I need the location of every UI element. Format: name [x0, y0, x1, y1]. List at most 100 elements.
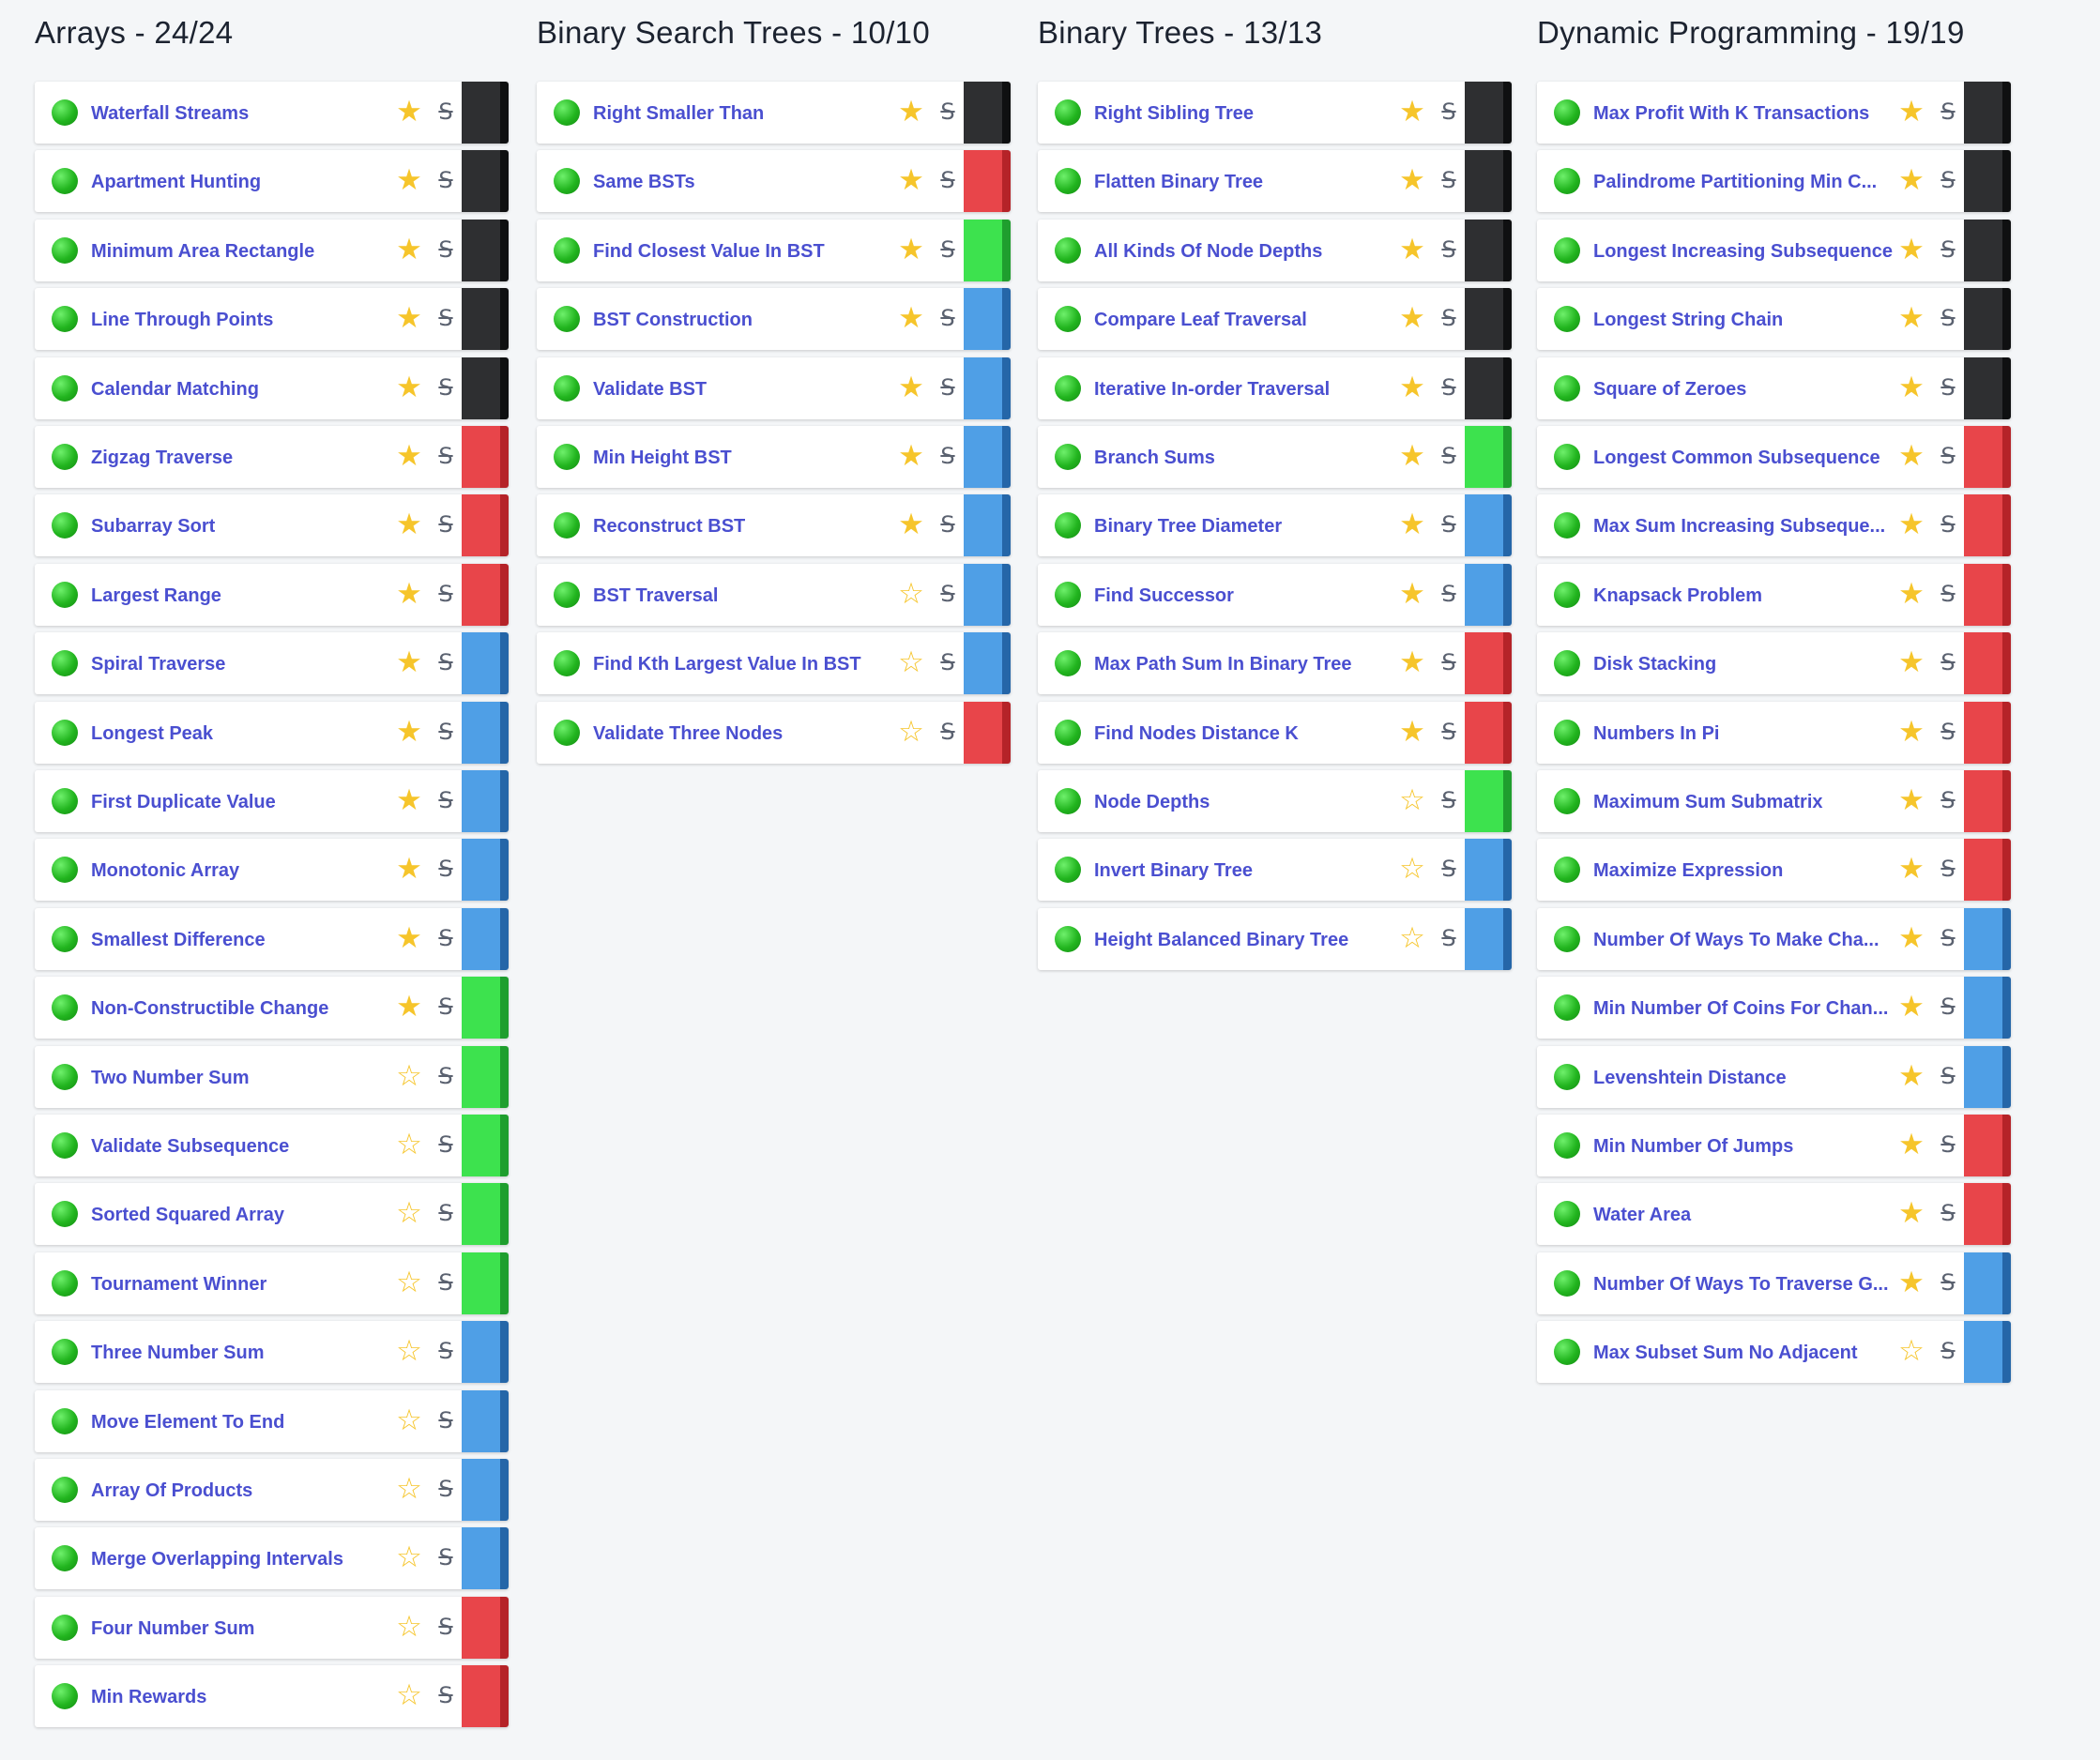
strikethrough-icon[interactable]: S: [432, 441, 460, 471]
question-link[interactable]: Three Number Sum: [91, 1340, 396, 1366]
strikethrough-icon[interactable]: S: [1435, 441, 1463, 471]
star-filled-icon[interactable]: ★: [1396, 508, 1428, 540]
question-link[interactable]: Min Rewards: [91, 1684, 396, 1710]
question-link[interactable]: Square of Zeroes: [1593, 376, 1898, 402]
strikethrough-icon[interactable]: S: [1435, 509, 1463, 539]
question-row[interactable]: Longest Peak ★ S: [35, 702, 509, 764]
star-filled-icon[interactable]: ★: [1895, 440, 1927, 472]
question-row[interactable]: Max Path Sum In Binary Tree ★ S: [1038, 632, 1512, 694]
question-link[interactable]: Longest Peak: [91, 721, 396, 747]
star-filled-icon[interactable]: ★: [393, 164, 425, 196]
strikethrough-icon[interactable]: S: [432, 992, 460, 1022]
star-filled-icon[interactable]: ★: [1895, 1267, 1927, 1298]
strikethrough-icon[interactable]: S: [432, 372, 460, 402]
star-filled-icon[interactable]: ★: [1895, 784, 1927, 816]
question-link[interactable]: Right Smaller Than: [593, 100, 898, 127]
question-link[interactable]: Longest Increasing Subsequence: [1593, 238, 1898, 265]
question-row[interactable]: Max Profit With K Transactions ★ S: [1537, 82, 2011, 144]
question-row[interactable]: Palindrome Partitioning Min C... ★ S: [1537, 150, 2011, 212]
strikethrough-icon[interactable]: S: [1435, 647, 1463, 677]
star-outline-icon[interactable]: ☆: [1396, 853, 1428, 885]
question-link[interactable]: Number Of Ways To Make Cha...: [1593, 927, 1898, 953]
star-filled-icon[interactable]: ★: [1396, 578, 1428, 610]
star-outline-icon[interactable]: ☆: [1396, 784, 1428, 816]
question-link[interactable]: Numbers In Pi: [1593, 721, 1898, 747]
question-row[interactable]: Three Number Sum ☆ S: [35, 1321, 509, 1383]
question-link[interactable]: Max Profit With K Transactions: [1593, 100, 1898, 127]
question-row[interactable]: Calendar Matching ★ S: [35, 357, 509, 419]
question-row[interactable]: Maximum Sum Submatrix ★ S: [1537, 770, 2011, 832]
question-row[interactable]: Binary Tree Diameter ★ S: [1038, 494, 1512, 556]
question-row[interactable]: Four Number Sum ☆ S: [35, 1597, 509, 1659]
star-outline-icon[interactable]: ☆: [895, 716, 927, 748]
question-link[interactable]: Compare Leaf Traversal: [1094, 307, 1399, 333]
question-row[interactable]: Min Rewards ☆ S: [35, 1665, 509, 1727]
star-filled-icon[interactable]: ★: [1396, 96, 1428, 128]
question-row[interactable]: Validate BST ★ S: [537, 357, 1011, 419]
question-link[interactable]: BST Construction: [593, 307, 898, 333]
question-row[interactable]: Height Balanced Binary Tree ☆ S: [1038, 908, 1512, 970]
star-filled-icon[interactable]: ★: [393, 646, 425, 678]
star-filled-icon[interactable]: ★: [393, 96, 425, 128]
star-outline-icon[interactable]: ☆: [1895, 1335, 1927, 1367]
question-link[interactable]: Line Through Points: [91, 307, 396, 333]
question-link[interactable]: Find Kth Largest Value In BST: [593, 651, 898, 677]
strikethrough-icon[interactable]: S: [432, 1680, 460, 1710]
question-row[interactable]: Merge Overlapping Intervals ☆ S: [35, 1527, 509, 1589]
star-filled-icon[interactable]: ★: [895, 372, 927, 403]
star-filled-icon[interactable]: ★: [895, 508, 927, 540]
strikethrough-icon[interactable]: S: [432, 165, 460, 195]
question-link[interactable]: Non-Constructible Change: [91, 995, 396, 1022]
question-link[interactable]: Calendar Matching: [91, 376, 396, 402]
strikethrough-icon[interactable]: S: [432, 509, 460, 539]
star-filled-icon[interactable]: ★: [1895, 302, 1927, 334]
star-outline-icon[interactable]: ☆: [393, 1679, 425, 1711]
question-link[interactable]: Monotonic Array: [91, 857, 396, 884]
question-row[interactable]: Max Subset Sum No Adjacent ☆ S: [1537, 1321, 2011, 1383]
strikethrough-icon[interactable]: S: [1435, 303, 1463, 333]
star-filled-icon[interactable]: ★: [1396, 646, 1428, 678]
strikethrough-icon[interactable]: S: [934, 165, 962, 195]
question-row[interactable]: All Kinds Of Node Depths ★ S: [1038, 220, 1512, 281]
question-link[interactable]: Longest Common Subsequence: [1593, 445, 1898, 471]
strikethrough-icon[interactable]: S: [1934, 717, 1962, 747]
strikethrough-icon[interactable]: S: [432, 303, 460, 333]
question-row[interactable]: Find Successor ★ S: [1038, 564, 1512, 626]
question-link[interactable]: Water Area: [1593, 1202, 1898, 1228]
strikethrough-icon[interactable]: S: [432, 1336, 460, 1366]
question-row[interactable]: Waterfall Streams ★ S: [35, 82, 509, 144]
strikethrough-icon[interactable]: S: [1934, 992, 1962, 1022]
question-row[interactable]: Right Smaller Than ★ S: [537, 82, 1011, 144]
question-link[interactable]: Maximize Expression: [1593, 857, 1898, 884]
strikethrough-icon[interactable]: S: [1934, 923, 1962, 953]
question-row[interactable]: Find Nodes Distance K ★ S: [1038, 702, 1512, 764]
strikethrough-icon[interactable]: S: [934, 97, 962, 127]
question-row[interactable]: Array Of Products ☆ S: [35, 1459, 509, 1521]
question-link[interactable]: Zigzag Traverse: [91, 445, 396, 471]
question-link[interactable]: Palindrome Partitioning Min C...: [1593, 169, 1898, 195]
star-filled-icon[interactable]: ★: [1396, 372, 1428, 403]
star-outline-icon[interactable]: ☆: [1396, 922, 1428, 954]
strikethrough-icon[interactable]: S: [934, 579, 962, 609]
star-outline-icon[interactable]: ☆: [393, 1129, 425, 1161]
question-row[interactable]: Validate Subsequence ☆ S: [35, 1115, 509, 1176]
question-row[interactable]: First Duplicate Value ★ S: [35, 770, 509, 832]
star-filled-icon[interactable]: ★: [895, 164, 927, 196]
question-link[interactable]: Minimum Area Rectangle: [91, 238, 396, 265]
star-filled-icon[interactable]: ★: [895, 234, 927, 266]
question-link[interactable]: All Kinds Of Node Depths: [1094, 238, 1399, 265]
star-filled-icon[interactable]: ★: [1895, 1060, 1927, 1092]
strikethrough-icon[interactable]: S: [1435, 854, 1463, 884]
star-filled-icon[interactable]: ★: [1895, 234, 1927, 266]
star-filled-icon[interactable]: ★: [393, 578, 425, 610]
question-row[interactable]: Iterative In-order Traversal ★ S: [1038, 357, 1512, 419]
question-row[interactable]: Square of Zeroes ★ S: [1537, 357, 2011, 419]
question-link[interactable]: Number Of Ways To Traverse G...: [1593, 1271, 1898, 1297]
question-row[interactable]: Invert Binary Tree ☆ S: [1038, 839, 1512, 901]
question-link[interactable]: Min Number Of Coins For Chan...: [1593, 995, 1898, 1022]
question-row[interactable]: Max Sum Increasing Subseque... ★ S: [1537, 494, 2011, 556]
star-filled-icon[interactable]: ★: [1396, 302, 1428, 334]
question-link[interactable]: Same BSTs: [593, 169, 898, 195]
question-row[interactable]: Same BSTs ★ S: [537, 150, 1011, 212]
question-row[interactable]: Minimum Area Rectangle ★ S: [35, 220, 509, 281]
